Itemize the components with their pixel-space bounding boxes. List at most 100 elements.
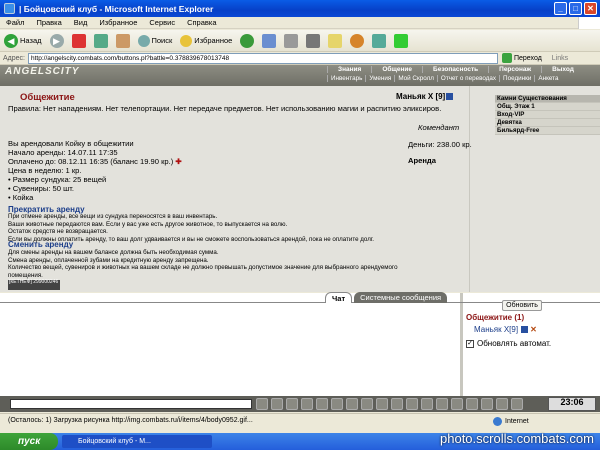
location-item[interactable]: Камни Существования bbox=[495, 95, 600, 103]
nav-security[interactable]: Безопасность bbox=[422, 66, 488, 73]
location-item[interactable]: Общ. Этаж 1 bbox=[495, 103, 600, 111]
room-users-header: Общежитие (1) bbox=[466, 313, 525, 322]
nav-skills[interactable]: Умения bbox=[365, 75, 394, 82]
nav-knowledge[interactable]: Знания bbox=[327, 66, 371, 73]
user-name[interactable]: Маньяк X bbox=[396, 92, 433, 101]
sound-icon[interactable] bbox=[316, 398, 328, 410]
info-icon[interactable] bbox=[481, 398, 493, 410]
rent-paid: Оплачено до: 08.12.11 16:35 (баланс 19.9… bbox=[8, 157, 174, 166]
chat-input[interactable] bbox=[10, 399, 252, 409]
mail-icon[interactable] bbox=[391, 398, 403, 410]
nav-my-scroll[interactable]: Мой Скролл bbox=[394, 75, 437, 82]
auto-refresh-checkbox[interactable]: ✓ bbox=[466, 339, 474, 348]
folder-icon bbox=[372, 33, 387, 48]
filter-icon[interactable] bbox=[301, 398, 313, 410]
translit-icon[interactable] bbox=[331, 398, 343, 410]
menu-bar: Файл Правка Вид Избранное Сервис Справка bbox=[0, 17, 600, 29]
smile-icon[interactable] bbox=[286, 398, 298, 410]
nav-transfer-report[interactable]: Отчет о переводах bbox=[436, 75, 499, 82]
taskbar-window-button[interactable]: Бойцовский клуб - М... bbox=[62, 435, 212, 448]
stop-button[interactable] bbox=[68, 31, 90, 51]
site-nav-bottom: Инвентарь Умения Мой Скролл Отчет о пере… bbox=[327, 75, 562, 82]
minimize-button[interactable]: _ bbox=[554, 2, 567, 15]
edit-button[interactable] bbox=[302, 31, 324, 51]
game-clock: 23:06 bbox=[548, 397, 596, 411]
nav-fights[interactable]: Поединки bbox=[499, 75, 534, 82]
mail-button[interactable] bbox=[258, 31, 280, 51]
browser-toolbar: ◀ Назад ▶ Поиск Избранное bbox=[0, 30, 600, 52]
refresh-icon bbox=[93, 33, 108, 48]
user-level: [9] bbox=[435, 92, 446, 101]
friends-icon[interactable] bbox=[376, 398, 388, 410]
close-button[interactable]: ✕ bbox=[584, 2, 597, 15]
search-label: Поиск bbox=[151, 36, 173, 45]
text-line: Если вы должны оплатить аренду, то ваш д… bbox=[8, 235, 375, 243]
clear-icon[interactable] bbox=[271, 398, 283, 410]
tab-system-messages[interactable]: Системные сообщения bbox=[354, 292, 448, 303]
stop-icon bbox=[71, 33, 86, 48]
shield-icon[interactable] bbox=[436, 398, 448, 410]
menu-favorites[interactable]: Избранное bbox=[93, 18, 143, 27]
chat-tabs: Чат Системные сообщения bbox=[325, 292, 448, 303]
menu-help[interactable]: Справка bbox=[181, 18, 222, 27]
start-button[interactable]: пуск bbox=[0, 433, 58, 450]
nav-communication[interactable]: Общение bbox=[371, 66, 422, 73]
help-icon[interactable] bbox=[466, 398, 478, 410]
address-label: Адрес: bbox=[3, 54, 25, 62]
change-rent-link[interactable]: Сменить аренду bbox=[8, 240, 73, 249]
location-item[interactable]: Вход-VIP bbox=[495, 111, 600, 119]
chat-log[interactable] bbox=[0, 293, 463, 396]
refresh-users-button[interactable]: Обновить bbox=[502, 300, 542, 311]
back-button[interactable]: ◀ Назад bbox=[0, 31, 46, 51]
menu-edit[interactable]: Правка bbox=[30, 18, 67, 27]
search-button[interactable]: Поиск bbox=[134, 31, 177, 51]
discuss-button[interactable] bbox=[324, 31, 346, 51]
nav-profile[interactable]: Анкета bbox=[534, 75, 561, 82]
nav-character[interactable]: Персонаж bbox=[488, 66, 541, 73]
bag-icon[interactable] bbox=[496, 398, 508, 410]
rent-price: Цена в неделю: 1 кр. bbox=[8, 166, 82, 175]
print-button[interactable] bbox=[280, 31, 302, 51]
site-logo: ANGELSCITY bbox=[5, 66, 80, 77]
go-button[interactable]: Переход bbox=[498, 53, 546, 63]
rent-start: Начало аренды: 14.07.11 17:35 bbox=[8, 148, 118, 157]
search-icon bbox=[137, 34, 150, 47]
favorites-button[interactable]: Избранное bbox=[176, 31, 236, 51]
favorites-label: Избранное bbox=[194, 36, 233, 45]
home-button[interactable] bbox=[112, 31, 134, 51]
messenger-button[interactable] bbox=[346, 31, 368, 51]
nav-inventory[interactable]: Инвентарь bbox=[327, 75, 365, 82]
scroll-icon[interactable] bbox=[346, 398, 358, 410]
info-icon[interactable] bbox=[521, 326, 529, 333]
menu-file[interactable]: Файл bbox=[0, 18, 30, 27]
location-item[interactable]: Девятка bbox=[495, 119, 600, 127]
settings-icon[interactable] bbox=[361, 398, 373, 410]
nav-exit[interactable]: Выход bbox=[541, 66, 584, 73]
send-icon[interactable] bbox=[256, 398, 268, 410]
trade-icon[interactable] bbox=[406, 398, 418, 410]
research-button[interactable] bbox=[368, 31, 390, 51]
commandant-link[interactable]: Комендант bbox=[418, 123, 459, 132]
forward-arrow-icon: ▶ bbox=[49, 33, 64, 48]
maximize-button[interactable]: □ bbox=[569, 2, 582, 15]
tool-button[interactable] bbox=[390, 31, 412, 51]
rent-info: Вы арендовали Койку в общежитии Начало а… bbox=[8, 139, 182, 202]
history-button[interactable] bbox=[236, 31, 258, 51]
refresh-button[interactable] bbox=[90, 31, 112, 51]
tab-chat[interactable]: Чат bbox=[325, 292, 353, 303]
exit-icon[interactable] bbox=[511, 398, 523, 410]
map-icon[interactable] bbox=[451, 398, 463, 410]
address-input[interactable]: http://angelscity.combats.com/buttons.pl… bbox=[27, 52, 498, 64]
menu-tools[interactable]: Сервис bbox=[143, 18, 181, 27]
links-label[interactable]: Links bbox=[546, 55, 568, 62]
location-list: Камни Существования Общ. Этаж 1 Вход-VIP… bbox=[495, 95, 600, 135]
clock-time: 23:06 bbox=[560, 397, 584, 407]
location-item[interactable]: Бильярд-Free bbox=[495, 127, 600, 135]
info-icon[interactable] bbox=[446, 93, 454, 101]
menu-view[interactable]: Вид bbox=[68, 18, 94, 27]
room-user-name[interactable]: Маньяк X[9] bbox=[474, 325, 518, 334]
forward-button[interactable]: ▶ bbox=[46, 31, 68, 51]
at-icon bbox=[350, 33, 365, 48]
sword-icon[interactable] bbox=[421, 398, 433, 410]
add-funds-icon[interactable]: ✚ bbox=[175, 157, 181, 166]
